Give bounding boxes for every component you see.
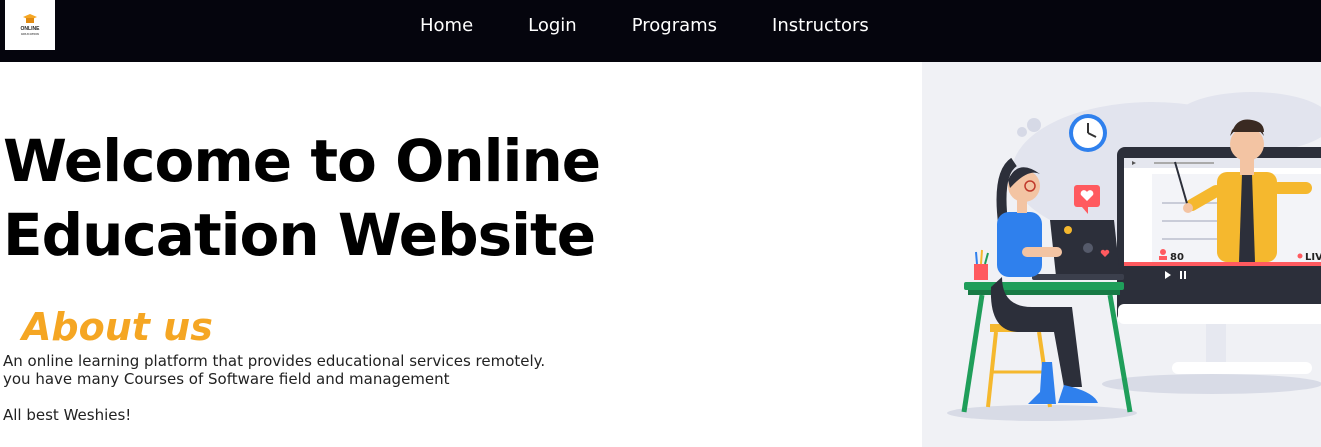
viewer-count: 80: [1170, 252, 1184, 263]
site-logo[interactable]: ONLINE EDUCATION: [5, 0, 55, 50]
hero-title-line2: Education Website: [3, 201, 596, 269]
nav-link-instructors[interactable]: Instructors: [772, 15, 869, 36]
top-navbar: ONLINE EDUCATION Home Login Programs Ins…: [0, 0, 1321, 62]
nav-links: Home Login Programs Instructors: [420, 0, 924, 50]
about-line3: All best Weshies!: [3, 406, 132, 424]
online-class-illustration: 80 LIVE: [947, 92, 1321, 421]
hero-illustration: 80 LIVE: [922, 62, 1321, 447]
about-heading: About us: [22, 305, 213, 349]
graduation-cap-icon: [23, 14, 37, 23]
hero-title: Welcome to Online Education Website: [3, 124, 603, 272]
nav-link-login[interactable]: Login: [528, 15, 577, 36]
about-text: An online learning platform that provide…: [3, 352, 545, 424]
nav-link-programs[interactable]: Programs: [632, 15, 717, 36]
nav-link-home[interactable]: Home: [420, 15, 473, 36]
clock-icon: [1069, 114, 1107, 152]
about-line1: An online learning platform that provide…: [3, 352, 546, 370]
logo-subtitle: EDUCATION: [21, 32, 39, 36]
about-line2: you have many Courses of Software field …: [3, 370, 450, 388]
hero-title-line1: Welcome to Online: [3, 127, 601, 195]
live-label: LIVE: [1305, 252, 1321, 263]
